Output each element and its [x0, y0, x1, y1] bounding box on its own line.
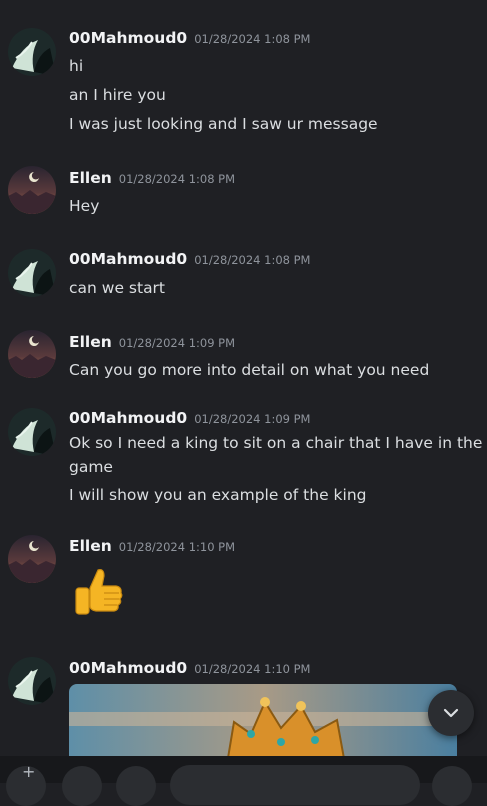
username[interactable]: 00Mahmoud0: [69, 659, 187, 677]
voice-button[interactable]: [432, 766, 472, 806]
avatar-image: [8, 249, 56, 297]
message-input[interactable]: [170, 765, 420, 805]
username[interactable]: Ellen: [69, 169, 112, 187]
message-text: I will show you an example of the king: [69, 486, 367, 504]
avatar[interactable]: [8, 408, 56, 456]
message-text: Ok so I need a king to sit on a chair th…: [69, 434, 483, 452]
avatar-image: [8, 28, 56, 76]
avatar[interactable]: [8, 330, 56, 378]
username[interactable]: Ellen: [69, 333, 112, 351]
avatar-image: [8, 535, 56, 583]
avatar-image: [8, 408, 56, 456]
message-text: hi: [69, 57, 84, 75]
avatar-image: [8, 330, 56, 378]
image-attachment[interactable]: [69, 684, 457, 764]
message-text: I was just looking and I saw ur message: [69, 115, 378, 133]
avatar[interactable]: [8, 166, 56, 214]
gift-button[interactable]: [116, 766, 156, 806]
avatar[interactable]: [8, 535, 56, 583]
avatar[interactable]: [8, 28, 56, 76]
username[interactable]: 00Mahmoud0: [69, 29, 187, 47]
avatar-image: [8, 657, 56, 705]
timestamp: 01/28/2024 1:10 PM: [194, 662, 311, 676]
message-text: an I hire you: [69, 86, 166, 104]
chevron-down-icon: [443, 708, 459, 718]
composer-bar: +: [0, 756, 487, 806]
timestamp: 01/28/2024 1:08 PM: [194, 253, 311, 267]
thumbs-up-emoji[interactable]: [68, 562, 128, 626]
plus-icon: +: [22, 762, 36, 781]
apps-button[interactable]: [62, 766, 102, 806]
timestamp: 01/28/2024 1:09 PM: [118, 336, 236, 350]
username[interactable]: Ellen: [69, 537, 112, 555]
message-text: can we start: [69, 279, 166, 297]
message-text: game: [69, 458, 113, 476]
message-text: Hey: [69, 197, 100, 215]
avatar[interactable]: [8, 249, 56, 297]
timestamp: 01/28/2024 1:08 PM: [118, 172, 236, 186]
username[interactable]: 00Mahmoud0: [69, 250, 187, 268]
scroll-to-bottom-button[interactable]: [428, 690, 474, 736]
avatar[interactable]: [8, 657, 56, 705]
avatar-image: [8, 166, 56, 214]
timestamp: 01/28/2024 1:10 PM: [118, 540, 236, 554]
username[interactable]: 00Mahmoud0: [69, 409, 187, 427]
message-text: Can you go more into detail on what you …: [69, 361, 430, 379]
timestamp: 01/28/2024 1:09 PM: [194, 412, 311, 426]
timestamp: 01/28/2024 1:08 PM: [194, 32, 311, 46]
